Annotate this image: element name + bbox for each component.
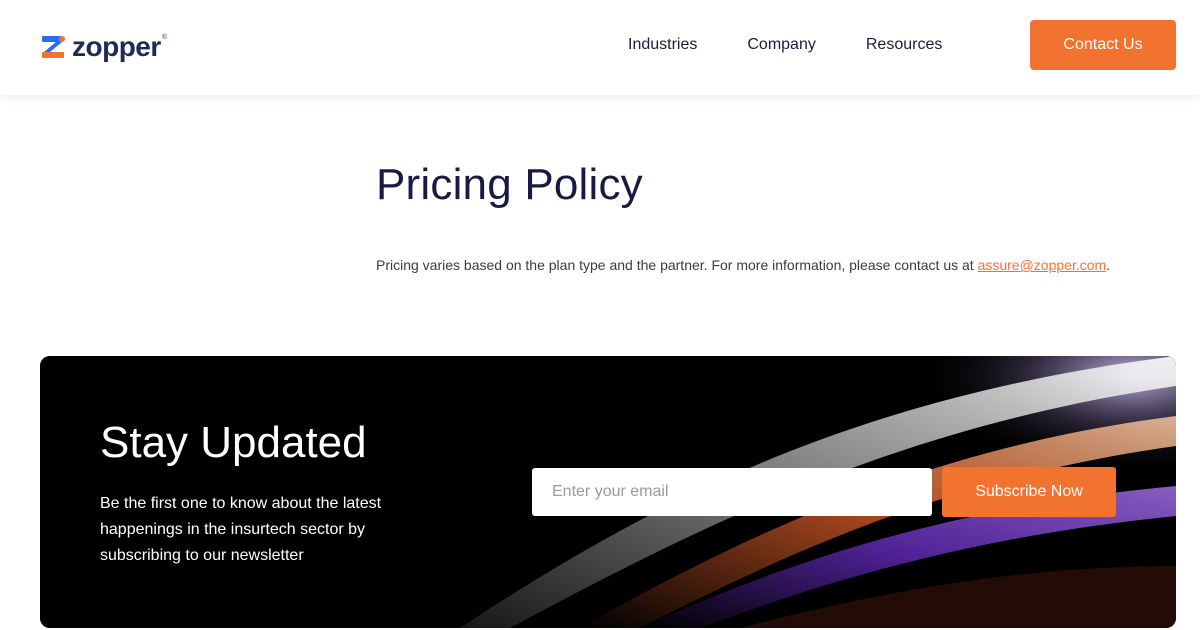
brand-name: zopper xyxy=(72,31,161,62)
contact-email-link[interactable]: assure@zopper.com xyxy=(978,257,1107,273)
nav-item-resources[interactable]: Resources xyxy=(866,36,942,54)
registered-mark: ® xyxy=(161,33,167,41)
policy-text-lead: Pricing varies based on the plan type an… xyxy=(376,257,978,273)
newsletter-title: Stay Updated xyxy=(100,418,367,467)
contact-us-button[interactable]: Contact Us xyxy=(1030,20,1176,70)
site-header: zopper ® Industries Company Resources Co… xyxy=(0,0,1200,95)
main-nav: Industries Company Resources xyxy=(628,0,992,90)
brand-logo[interactable]: zopper ® xyxy=(40,30,167,64)
newsletter-section: Stay Updated Be the first one to know ab… xyxy=(40,356,1176,628)
pricing-policy-text: Pricing varies based on the plan type an… xyxy=(376,257,1110,273)
nav-item-company[interactable]: Company xyxy=(747,36,815,54)
nav-item-industries[interactable]: Industries xyxy=(628,36,697,54)
newsletter-description: Be the first one to know about the lates… xyxy=(100,495,382,564)
policy-text-end: . xyxy=(1106,257,1111,273)
newsletter-email-input[interactable] xyxy=(532,468,932,516)
page-title: Pricing Policy xyxy=(376,160,643,209)
zopper-z-logo-icon xyxy=(42,36,65,58)
subscribe-button[interactable]: Subscribe Now xyxy=(942,467,1116,517)
